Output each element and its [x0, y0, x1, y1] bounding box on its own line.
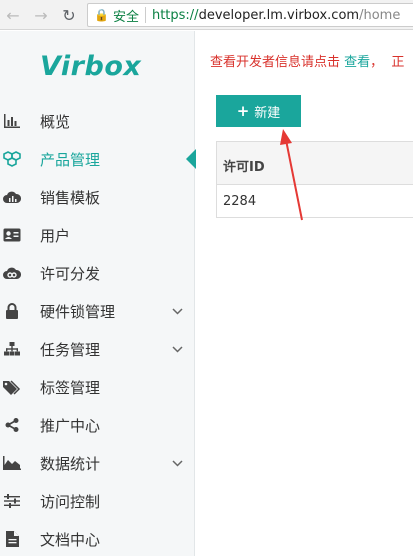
url-path: /home	[359, 7, 401, 23]
view-link[interactable]: 查看	[344, 55, 370, 70]
sidebar-item-hardware-lock[interactable]: 硬件锁管理	[0, 292, 195, 330]
id-card-icon	[2, 225, 22, 245]
sidebar-item-label: 许可分发	[40, 264, 101, 283]
plus-icon: +	[236, 102, 250, 120]
new-button[interactable]: + 新建	[216, 95, 301, 127]
sidebar-item-users[interactable]: 用户	[0, 216, 195, 254]
browser-toolbar: ← → ↻ 🔒 安全 https://developer.lm.virbox.c…	[0, 0, 413, 30]
new-button-label: 新建	[254, 105, 281, 121]
separator	[144, 7, 146, 23]
sidebar-item-products[interactable]: 产品管理	[0, 140, 196, 178]
reload-icon[interactable]: ↻	[58, 4, 80, 26]
license-table: 许可ID 2284	[216, 141, 413, 218]
table-row[interactable]: 2284	[217, 185, 413, 217]
sliders-icon	[2, 491, 22, 511]
url-host: developer.lm.virbox.com	[198, 7, 360, 23]
sidebar-item-tag-management[interactable]: 标签管理	[0, 368, 195, 406]
chevron-down-icon[interactable]	[172, 457, 183, 470]
sidebar-item-label: 用户	[40, 226, 71, 245]
sidebar-item-task-management[interactable]: 任务管理	[0, 330, 195, 368]
address-bar[interactable]: 🔒 安全 https://developer.lm.virbox.com/hom…	[87, 3, 413, 27]
lock-icon	[2, 301, 22, 321]
sidebar-item-promotion[interactable]: 推广中心	[0, 406, 195, 444]
url-protocol: https://	[151, 7, 199, 23]
area-chart-icon	[2, 453, 22, 473]
document-icon	[2, 529, 22, 549]
notice-tail-2: 正	[391, 55, 405, 70]
secure-label: 安全	[112, 9, 139, 25]
sidebar-item-overview[interactable]: 概览	[0, 102, 195, 140]
sidebar-item-label: 文档中心	[40, 530, 101, 549]
sidebar-item-label: 概览	[40, 112, 71, 131]
notice-tail: ，	[370, 55, 384, 70]
sidebar-item-label: 访问控制	[40, 492, 101, 511]
sidebar-item-label: 销售模板	[40, 188, 101, 207]
tags-icon	[2, 377, 22, 397]
sitemap-icon	[2, 339, 22, 359]
forward-icon[interactable]: →	[30, 4, 52, 26]
sidebar-item-docs[interactable]: 文档中心	[0, 520, 195, 558]
active-indicator	[186, 149, 196, 169]
developer-info-notice: 查看开发者信息请点击 查看， 正	[210, 51, 404, 70]
back-icon[interactable]: ←	[2, 4, 24, 26]
sidebar-item-label: 推广中心	[40, 416, 101, 435]
sidebar-menu: 概览 产品管理 销售模板 用户 许可分发 硬件锁管理 任务管理 标签管理 推广中…	[0, 102, 196, 558]
sidebar-item-label: 产品管理	[40, 150, 101, 169]
lock-icon: 🔒	[94, 8, 109, 22]
sidebar: Virbox 概览 产品管理 销售模板 用户 许可分发 硬件锁管理 任务管理 标…	[0, 31, 196, 558]
sidebar-item-label: 任务管理	[40, 340, 101, 359]
cloud-chart-icon	[2, 187, 22, 207]
table-cell-license-id: 2284	[223, 193, 257, 209]
chevron-down-icon[interactable]	[172, 343, 183, 356]
share-icon	[2, 415, 22, 435]
bar-chart-icon	[2, 111, 22, 131]
cubes-icon	[2, 149, 22, 169]
sidebar-item-sales-templates[interactable]: 销售模板	[0, 178, 195, 216]
sidebar-item-license-distribution[interactable]: 许可分发	[0, 254, 195, 292]
app-logo[interactable]: Virbox	[40, 51, 141, 82]
sidebar-item-access-control[interactable]: 访问控制	[0, 482, 195, 520]
cloud-link-icon	[2, 263, 22, 283]
notice-text: 查看开发者信息请点击	[210, 55, 341, 70]
sidebar-item-label: 标签管理	[40, 378, 101, 397]
sidebar-item-label: 硬件锁管理	[40, 302, 116, 321]
sidebar-item-statistics[interactable]: 数据统计	[0, 444, 195, 482]
table-header-license-id[interactable]: 许可ID	[217, 142, 413, 185]
chevron-down-icon[interactable]	[172, 305, 183, 318]
sidebar-item-label: 数据统计	[40, 454, 101, 473]
